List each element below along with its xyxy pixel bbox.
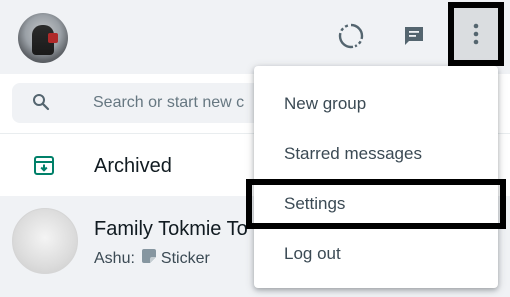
menu-item-new-group[interactable]: New group [254,79,498,129]
new-chat-button[interactable] [394,16,434,56]
menu-item-settings[interactable]: Settings [246,179,506,229]
app-window: Search or start new c Archived Family To… [0,0,510,297]
menu-item-label: Log out [284,244,341,263]
menu-button[interactable] [448,2,504,66]
sidebar-header [0,0,510,74]
menu-item-starred-messages[interactable]: Starred messages [254,129,498,179]
profile-avatar[interactable] [18,13,68,63]
chat-preview: Ashu: Sticker [94,248,210,269]
chat-icon [402,24,426,48]
options-menu: New group Starred messages Settings Log … [246,66,506,288]
status-ring-icon [338,23,364,49]
chat-avatar [12,208,78,274]
menu-item-label: Starred messages [284,144,422,163]
chat-preview-sender: Ashu: [94,249,135,267]
search-placeholder: Search or start new c [93,94,245,111]
menu-item-label: New group [284,94,367,113]
chat-preview-text: Sticker [160,249,210,267]
status-button[interactable] [331,16,371,56]
search-icon [32,93,50,116]
kebab-menu-icon [472,23,480,45]
avatar-detail [48,33,58,43]
archived-label: Archived [94,155,172,177]
chat-name: Family Tokmie To [94,218,248,240]
menu-item-log-out[interactable]: Log out [254,229,498,279]
sticker-icon [141,248,157,269]
archive-icon [33,154,55,181]
menu-item-label: Settings [284,194,346,213]
